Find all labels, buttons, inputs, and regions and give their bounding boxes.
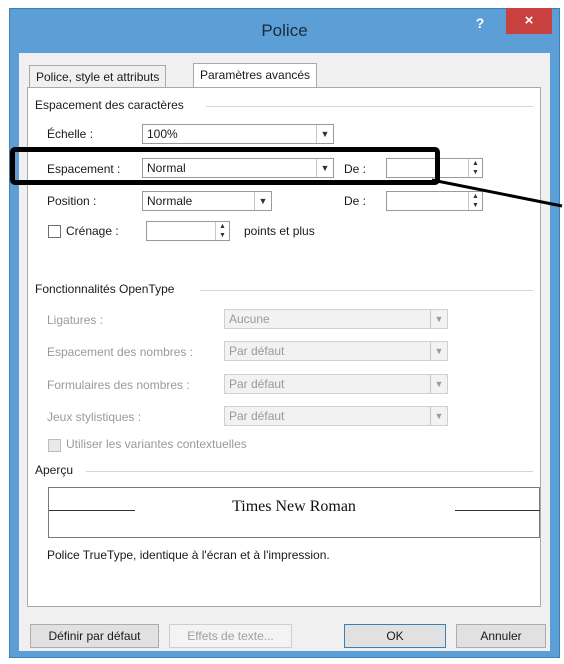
annotation-arrow: [431, 178, 563, 208]
